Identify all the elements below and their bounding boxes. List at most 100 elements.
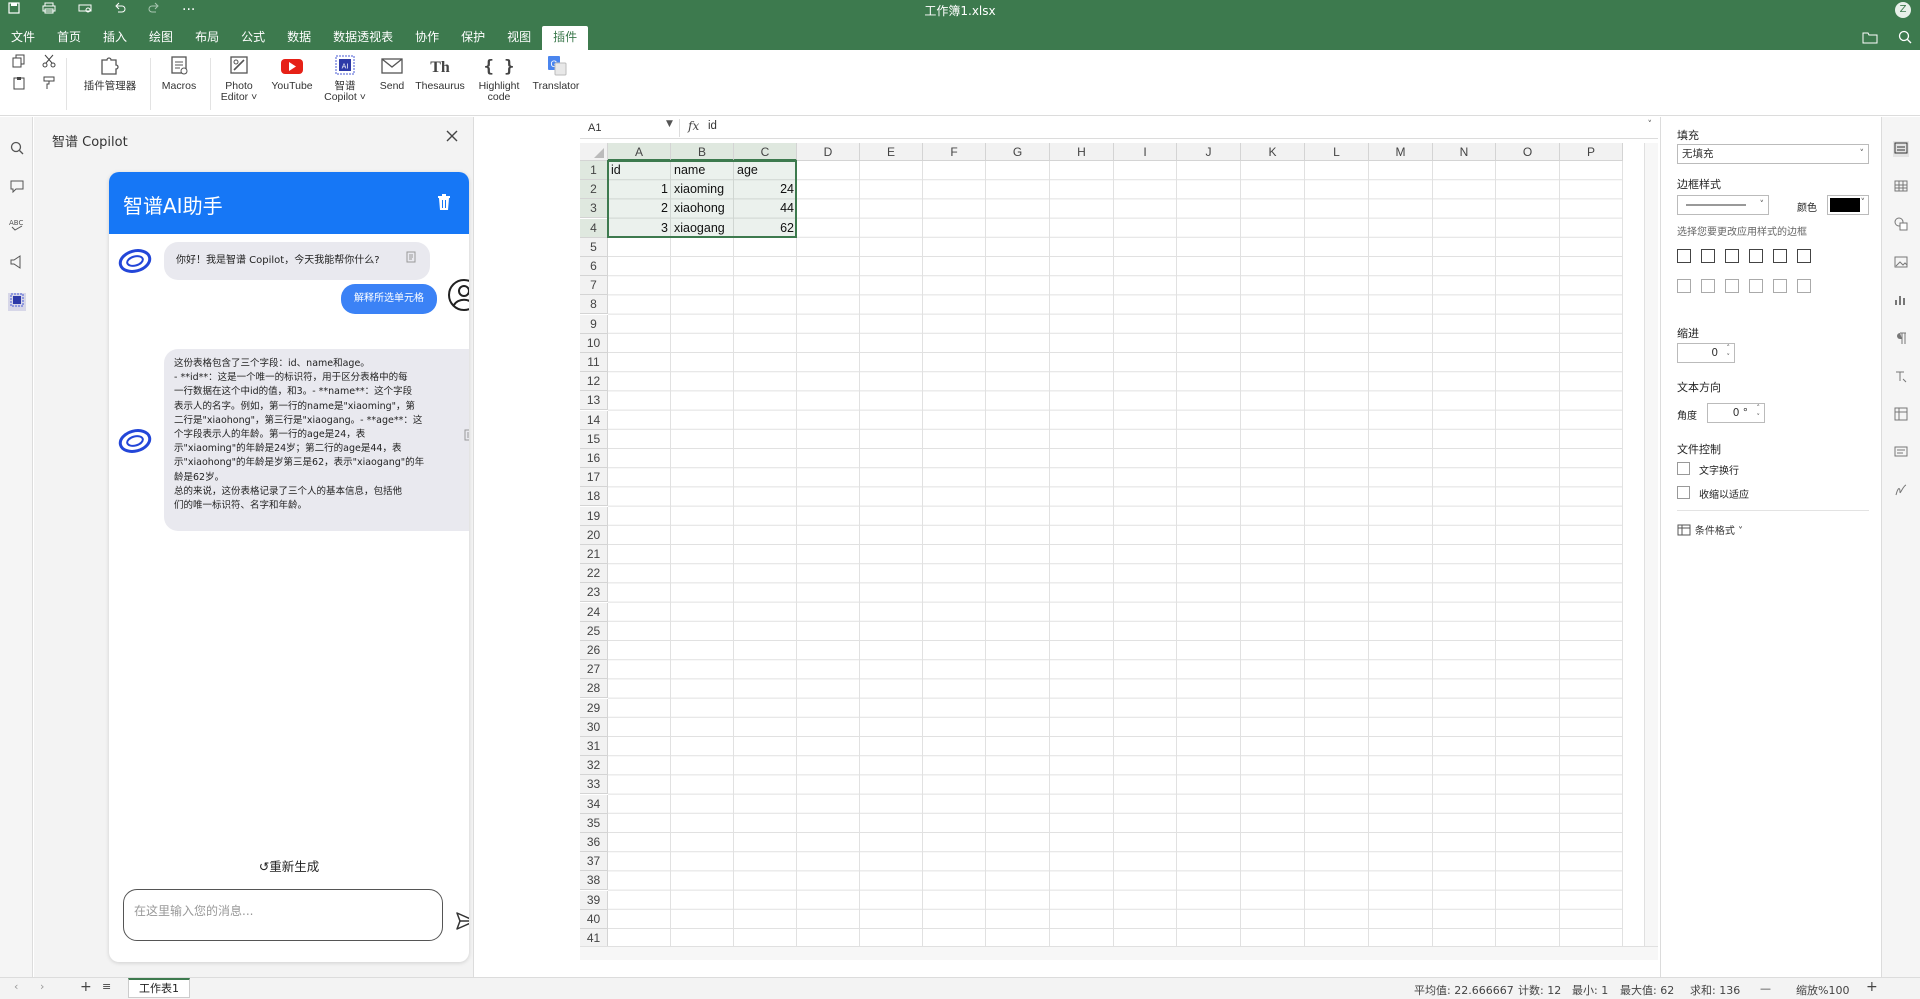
row-header-17[interactable]: 17 <box>580 468 608 488</box>
top-border-icon[interactable] <box>1749 279 1763 293</box>
spinner-arrows-icon[interactable]: ˄ ˅ <box>1727 344 1731 362</box>
row-header-12[interactable]: 12 <box>580 372 608 392</box>
image-icon[interactable] <box>1893 255 1909 271</box>
row-header-8[interactable]: 8 <box>580 295 608 315</box>
row-header-5[interactable]: 5 <box>580 237 608 257</box>
inner-vertical-icon[interactable] <box>1701 279 1715 293</box>
cell-C4[interactable]: 62 <box>734 219 797 238</box>
row-header-26[interactable]: 26 <box>580 641 608 660</box>
row-header-25[interactable]: 25 <box>580 621 608 641</box>
comment-icon[interactable] <box>8 179 26 197</box>
wrap-text-checkbox[interactable] <box>1677 462 1690 475</box>
cell-B2[interactable]: xiaoming <box>671 180 734 199</box>
ai-chip-icon[interactable] <box>8 293 26 311</box>
thesaurus-button[interactable]: Th Thesaurus <box>412 54 468 92</box>
horizontal-scrollbar[interactable] <box>580 946 1658 960</box>
paste-icon[interactable] <box>10 76 28 94</box>
paragraph-icon[interactable] <box>1893 331 1909 347</box>
inner-borders-icon[interactable] <box>1701 249 1715 263</box>
cell-A4[interactable]: 3 <box>608 219 671 238</box>
fx-icon[interactable]: fx <box>688 119 699 133</box>
sheet-list-icon[interactable]: ≡ <box>102 980 111 993</box>
slicer-icon[interactable] <box>1893 445 1909 461</box>
copy-icon[interactable] <box>464 429 469 441</box>
row-header-34[interactable]: 34 <box>580 794 608 814</box>
menu-item-0[interactable]: 文件 <box>0 26 46 50</box>
row-header-33[interactable]: 33 <box>580 775 608 795</box>
format-painter-icon[interactable] <box>40 76 58 94</box>
trash-icon[interactable] <box>437 194 451 210</box>
column-header-J[interactable]: J <box>1177 143 1241 161</box>
spinner-arrows-icon[interactable]: ˄ ˅ <box>1757 404 1761 422</box>
menu-item-4[interactable]: 布局 <box>184 26 230 50</box>
column-header-O[interactable]: O <box>1496 143 1560 161</box>
row-header-39[interactable]: 39 <box>580 890 608 910</box>
angle-spinner[interactable]: 0 ° ˄ ˅ <box>1707 403 1765 423</box>
row-header-27[interactable]: 27 <box>580 660 608 680</box>
cell-C3[interactable]: 44 <box>734 199 797 218</box>
pivot-table-icon[interactable] <box>1893 407 1909 423</box>
row-header-30[interactable]: 30 <box>580 717 608 737</box>
copy-icon[interactable] <box>406 251 416 263</box>
add-sheet-icon[interactable]: + <box>80 979 92 995</box>
inner-horizontal-icon[interactable] <box>1773 279 1787 293</box>
menu-item-9[interactable]: 保护 <box>450 26 496 50</box>
menu-item-5[interactable]: 公式 <box>230 26 276 50</box>
row-header-19[interactable]: 19 <box>580 506 608 526</box>
row-header-38[interactable]: 38 <box>580 871 608 891</box>
diag-down-icon[interactable] <box>1797 249 1811 263</box>
zoom-level[interactable]: 缩放%100 <box>1796 982 1849 998</box>
row-header-6[interactable]: 6 <box>580 257 608 276</box>
menu-item-7[interactable]: 数据透视表 <box>322 26 404 50</box>
search-icon[interactable] <box>1898 30 1912 48</box>
photo-editor-button[interactable]: Photo Editor ˅ <box>216 54 262 103</box>
row-header-28[interactable]: 28 <box>580 679 608 699</box>
row-header-20[interactable]: 20 <box>580 525 608 545</box>
row-header-31[interactable]: 31 <box>580 737 608 756</box>
cell-B1[interactable]: name <box>671 161 734 180</box>
send-icon[interactable] <box>455 910 469 932</box>
translator-button[interactable]: G Translator <box>528 54 584 92</box>
next-sheet-icon[interactable]: › <box>40 980 44 993</box>
inner-cross-icon[interactable] <box>1725 249 1739 263</box>
menu-item-8[interactable]: 协作 <box>404 26 450 50</box>
column-header-P[interactable]: P <box>1560 143 1623 161</box>
highlight-code-button[interactable]: { } Highlight code <box>472 54 526 103</box>
indent-spinner[interactable]: 0 ˄ ˅ <box>1677 343 1735 363</box>
vertical-scrollbar[interactable] <box>1644 143 1658 960</box>
spreadsheet-grid[interactable]: ABCDEFGHIJKLMNOP 1 2 3 4 5 6 7 8 9 10 11 12 13 14 15 16… <box>580 143 1658 960</box>
regenerate-button[interactable]: ↺重新生成 <box>109 856 469 875</box>
border-color-picker[interactable]: ˅ <box>1827 195 1869 215</box>
feedback-icon[interactable] <box>8 255 26 273</box>
column-header-K[interactable]: K <box>1241 143 1305 161</box>
fill-select[interactable]: 无填充 ˅ <box>1677 144 1869 164</box>
column-header-C[interactable]: C <box>734 143 797 161</box>
column-header-D[interactable]: D <box>797 143 860 161</box>
shrink-to-fit-checkbox[interactable] <box>1677 486 1690 499</box>
cell-C2[interactable]: 24 <box>734 180 797 199</box>
column-header-I[interactable]: I <box>1114 143 1177 161</box>
signature-icon[interactable] <box>1893 483 1909 499</box>
open-folder-icon[interactable] <box>1862 30 1878 48</box>
right-border-icon[interactable] <box>1725 279 1739 293</box>
row-header-3[interactable]: 3 <box>580 199 608 219</box>
column-header-A[interactable]: A <box>608 143 671 161</box>
column-header-L[interactable]: L <box>1305 143 1369 161</box>
border-style-select[interactable]: ˅ <box>1677 195 1769 215</box>
row-header-7[interactable]: 7 <box>580 276 608 296</box>
row-header-9[interactable]: 9 <box>580 314 608 334</box>
sheet-tab[interactable]: 工作表1 <box>128 978 190 998</box>
row-header-22[interactable]: 22 <box>580 564 608 584</box>
chevron-down-icon[interactable]: ▼ <box>666 119 673 129</box>
row-header-1[interactable]: 1 <box>580 161 608 180</box>
spellcheck-icon[interactable]: ABC <box>8 217 26 235</box>
row-header-16[interactable]: 16 <box>580 449 608 468</box>
zoom-in-button[interactable]: + <box>1866 979 1878 995</box>
macros-button[interactable]: Macros <box>156 54 202 92</box>
conditional-format-button[interactable]: 条件格式 ˅ <box>1677 523 1743 540</box>
row-header-32[interactable]: 32 <box>580 756 608 776</box>
cell-B4[interactable]: xiaogang <box>671 219 734 238</box>
left-border-icon[interactable] <box>1677 279 1691 293</box>
bottom-border-icon[interactable] <box>1797 279 1811 293</box>
shape-icon[interactable] <box>1893 217 1909 233</box>
